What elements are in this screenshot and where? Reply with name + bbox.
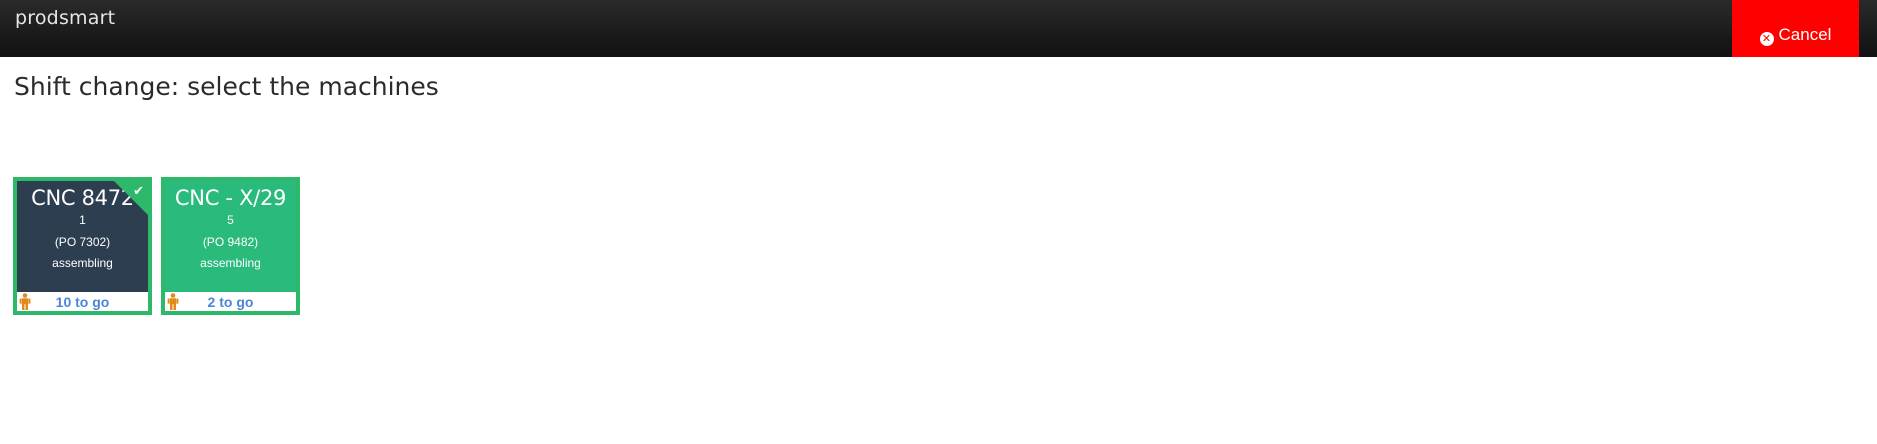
check-icon: ✔ — [133, 183, 144, 198]
page-title: Shift change: select the machines — [14, 72, 439, 101]
to-go-count: 2 to go — [207, 293, 254, 310]
cancel-label: Cancel — [1778, 25, 1832, 44]
cancel-button[interactable]: ✕ Cancel — [1732, 0, 1859, 57]
machine-footer: 2 to go — [165, 292, 296, 311]
top-bar: prodsmart ✕ Cancel — [0, 0, 1877, 57]
machine-stage: assembling — [200, 256, 261, 270]
person-icon — [167, 293, 179, 310]
machine-card-cnc-x29[interactable]: CNC - X/29 5 (PO 9482) assembling 2 to g… — [161, 177, 300, 315]
machine-po: (PO 7302) — [54, 234, 111, 249]
to-go-count: 10 to go — [55, 293, 110, 310]
person-icon — [19, 293, 31, 310]
machine-footer: 10 to go — [17, 292, 148, 311]
machine-quantity: 5 — [227, 213, 234, 227]
times-circle-icon: ✕ — [1759, 32, 1774, 46]
machine-stage: assembling — [52, 256, 113, 270]
brand-logo[interactable]: prodsmart — [15, 7, 115, 29]
machine-name: CNC - X/29 — [174, 186, 287, 210]
machine-card-cnc-8472[interactable]: ✔ CNC 8472 1 (PO 7302) assembling 10 to … — [13, 177, 152, 315]
machine-po: (PO 9482) — [202, 234, 259, 249]
